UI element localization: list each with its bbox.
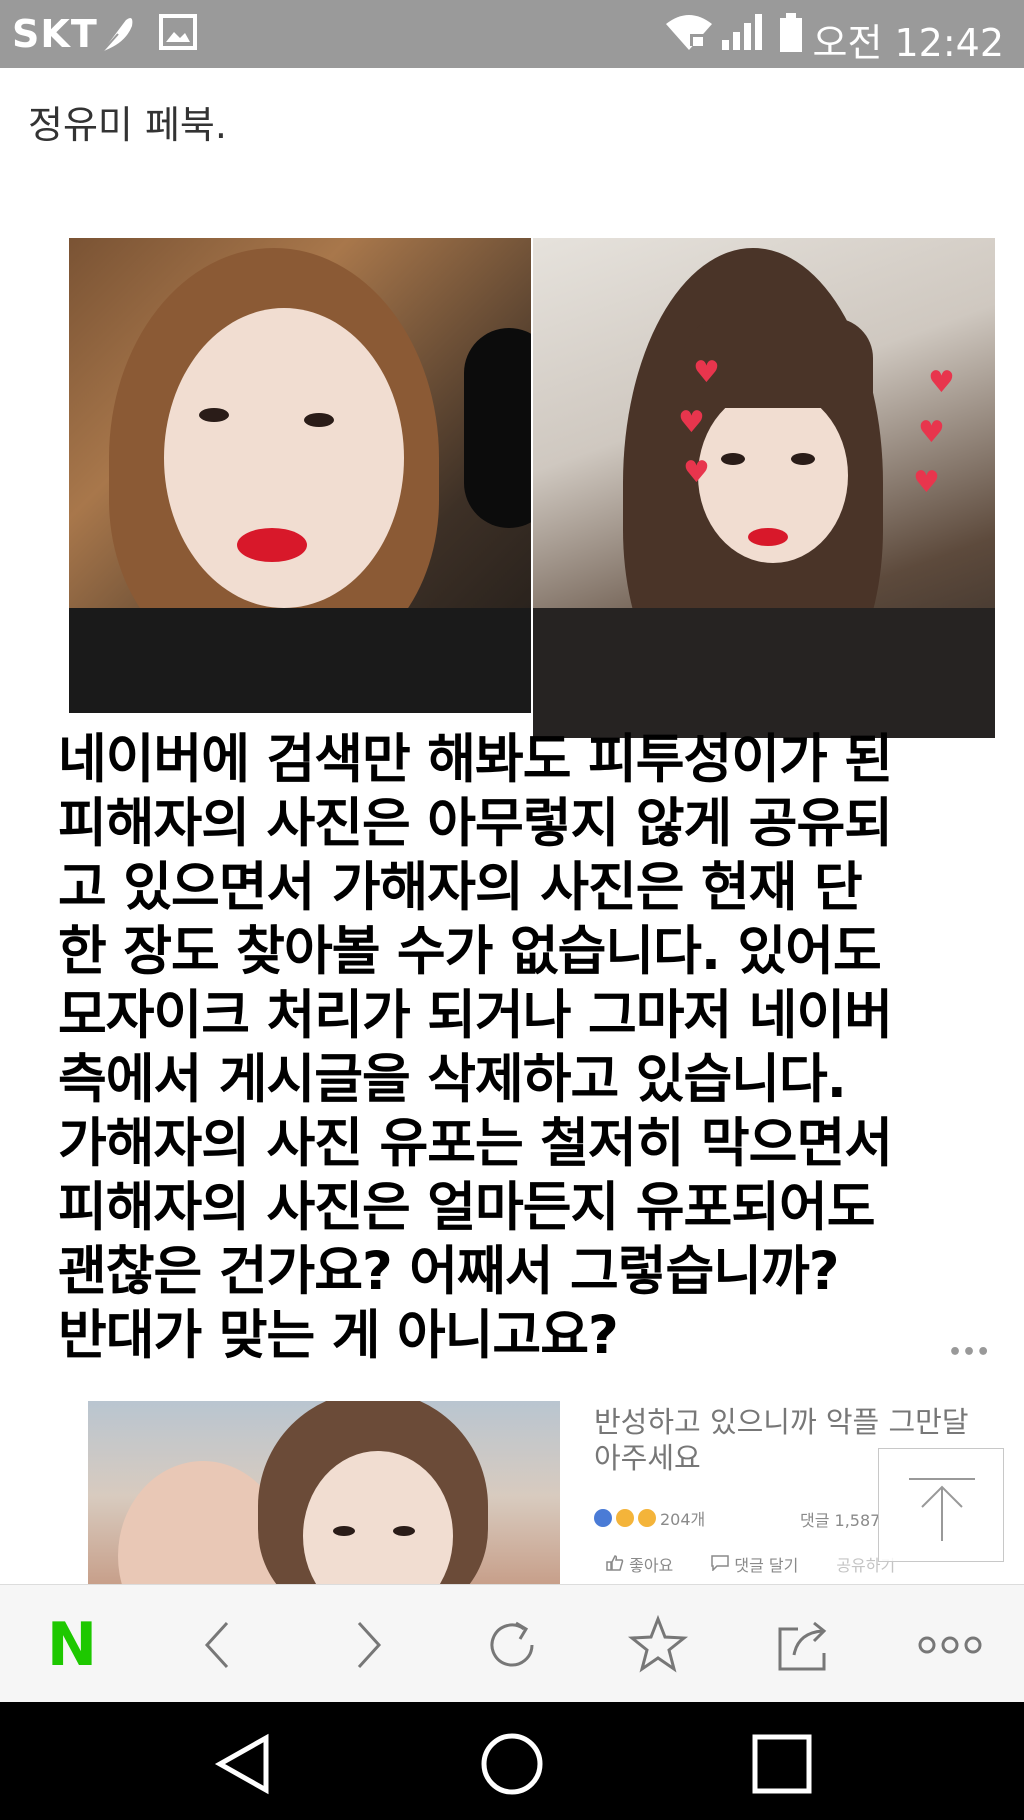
back-button[interactable] [180, 1607, 256, 1683]
thumbs-up-icon [606, 1555, 624, 1571]
smile-reaction-icon [638, 1509, 656, 1527]
nav-home-button[interactable] [476, 1728, 548, 1800]
caption-line: 피해자의 사진은 얼마든지 유포되어도 [58, 1177, 876, 1238]
more-icon [918, 1636, 982, 1654]
naver-logo-icon: N [46, 1610, 98, 1680]
scroll-top-button[interactable] [878, 1448, 1004, 1562]
right-photo: ♥ ♥ ♥ ♥ ♥ ♥ [533, 238, 995, 738]
post-title: 정유미 페북. [28, 103, 227, 147]
caption-line: 괜찮은 건가요? 어째서 그렇습니까? [58, 1241, 839, 1302]
battery-icon [778, 12, 804, 58]
status-bar: SKT 오전 12:42 [0, 0, 1024, 68]
back-icon [204, 1621, 229, 1669]
fb-post-text-line: 반성하고 있으니까 악플 그만달 [594, 1405, 969, 1439]
clock: 오전 12:42 [812, 21, 1004, 65]
system-nav-bar [0, 1702, 1024, 1820]
browser-toolbar: N [0, 1584, 1024, 1702]
wifi-icon [664, 12, 714, 56]
more-icon: ••• [948, 1340, 991, 1365]
reactions-count: 204개 [660, 1510, 706, 1529]
caption-line: 모자이크 처리가 되거나 그마저 네이버 [58, 985, 893, 1046]
refresh-button[interactable] [474, 1607, 550, 1683]
caption-line: 고 있으면서 가해자의 사진은 현재 단 [58, 857, 863, 918]
web-content[interactable]: 정유미 페북. ♥ ♥ ♥ ♥ ♥ ♥ 네이버에 검색만 해봐도 피투성이가 된… [0, 68, 1024, 1584]
arrow-up-icon [909, 1478, 975, 1541]
caption-line: 반대가 맞는 게 아니고요? [58, 1305, 619, 1366]
caption-line: 한 장도 찾아볼 수가 없습니다. 있어도 [58, 921, 882, 982]
carrier-label: SKT [12, 12, 98, 56]
nav-back-button[interactable] [208, 1728, 280, 1800]
star-icon [627, 1614, 689, 1673]
refresh-icon [490, 1621, 534, 1667]
bookmark-button[interactable] [620, 1607, 696, 1683]
comment-action: 댓글 달기 [711, 1552, 798, 1576]
nav-back-icon [214, 1733, 269, 1795]
caption-line: 측에서 게시글을 삭제하고 있습니다. [58, 1049, 847, 1110]
feather-icon [96, 12, 138, 60]
share-button[interactable] [766, 1607, 842, 1683]
haha-reaction-icon [616, 1509, 634, 1527]
nav-home-icon [481, 1733, 543, 1795]
caption-line: 가해자의 사진 유포는 철저히 막으면서 [58, 1113, 893, 1174]
comments-count: 댓글 1,587 [800, 1511, 881, 1530]
comment-icon [711, 1555, 730, 1572]
signal-icon [720, 12, 764, 56]
fb-post-photo [88, 1401, 560, 1584]
reactions: 204개 [594, 1506, 705, 1530]
nav-recents-icon [752, 1734, 812, 1794]
forward-icon [357, 1621, 382, 1669]
naver-home-button[interactable]: N [34, 1607, 110, 1683]
more-button[interactable] [912, 1607, 988, 1683]
left-photo [69, 238, 531, 713]
like-reaction-icon [594, 1509, 612, 1527]
nav-recents-button[interactable] [746, 1728, 818, 1800]
caption-line: 피해자의 사진은 아무렇지 않게 공유되 [58, 793, 893, 854]
like-action: 좋아요 [606, 1552, 673, 1576]
share-icon [778, 1621, 827, 1671]
image-icon [158, 12, 198, 56]
forward-button[interactable] [330, 1607, 406, 1683]
caption-line: 네이버에 검색만 해봐도 피투성이가 된 [58, 729, 893, 790]
caption-text: 네이버에 검색만 해봐도 피투성이가 된 피해자의 사진은 아무렇지 않게 공유… [58, 728, 1008, 1368]
